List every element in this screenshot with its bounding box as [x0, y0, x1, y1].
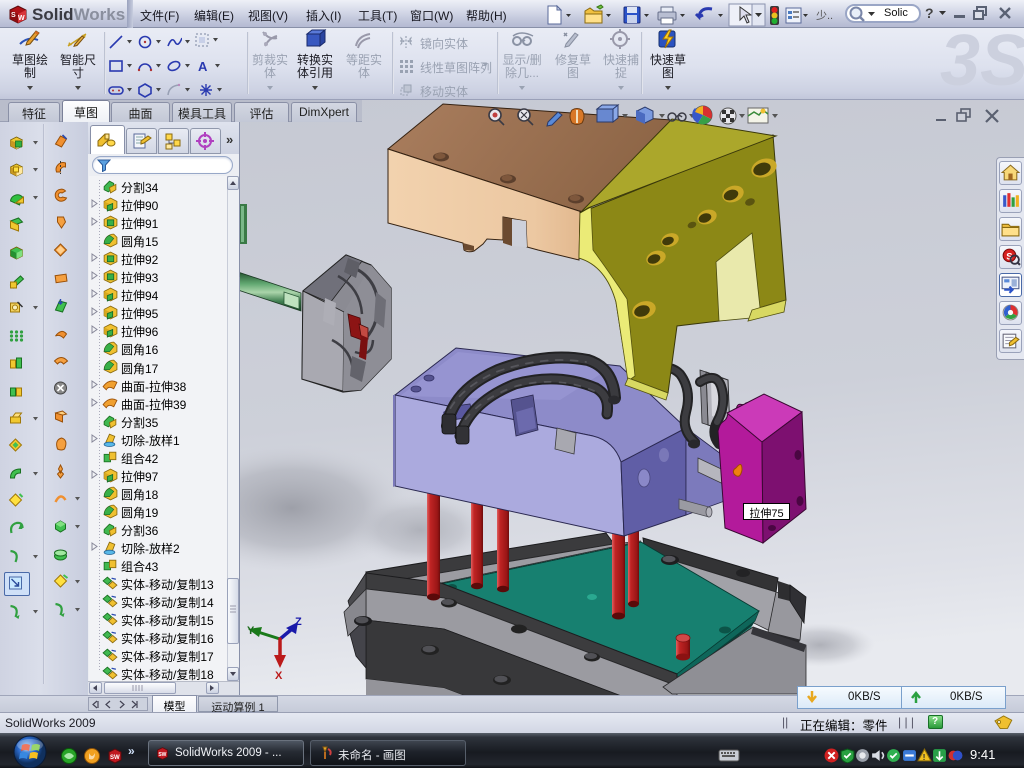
svg-text:少..: 少.. [816, 9, 833, 22]
svg-text:W: W [18, 15, 25, 22]
svg-text:S: S [11, 12, 16, 19]
svg-text:SW: SW [158, 752, 166, 758]
svg-text:X: X [275, 670, 283, 682]
svg-text:!: ! [923, 752, 926, 762]
svg-text:Z: Z [295, 616, 302, 628]
svg-text:A: A [198, 59, 208, 74]
svg-text:SW: SW [110, 755, 120, 761]
svg-text:Y: Y [247, 625, 255, 637]
